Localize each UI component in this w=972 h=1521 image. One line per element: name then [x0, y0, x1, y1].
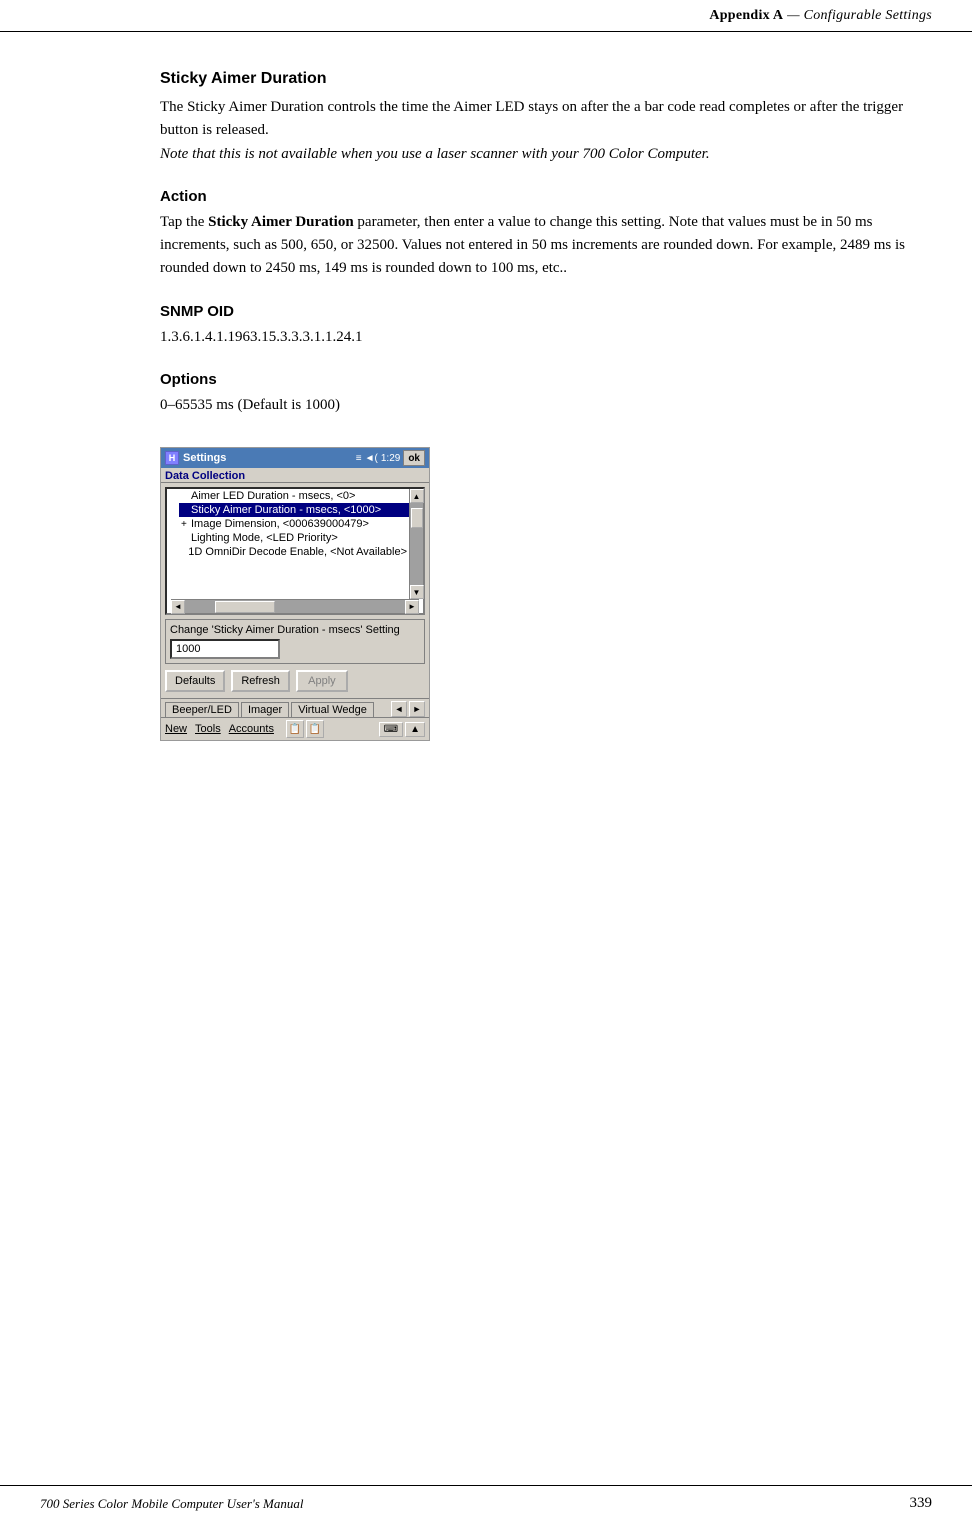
bottom-tabs: Beeper/LED Imager Virtual Wedge ◄ ►: [161, 698, 429, 717]
menu-tools[interactable]: Tools: [195, 723, 221, 735]
section3-title: SNMP OID: [160, 303, 932, 320]
section2-title: Action: [160, 188, 932, 205]
h-scrollbar: ◄ ►: [171, 599, 419, 613]
refresh-button[interactable]: Refresh: [231, 670, 290, 692]
tree-area: Aimer LED Duration - msecs, <0> Sticky A…: [165, 487, 425, 615]
menu-icon-1[interactable]: 📋: [286, 720, 304, 738]
appendix-label: Appendix A: [709, 8, 783, 23]
titlebar-sound-icon: ◄(: [365, 453, 378, 464]
tree-item-aimer-led[interactable]: Aimer LED Duration - msecs, <0>: [179, 489, 409, 503]
header-title: Configurable Settings: [804, 8, 932, 23]
titlebar-right: ≡ ◄( 1:29 ok: [356, 450, 425, 466]
scroll-up-menu-btn[interactable]: ▲: [405, 722, 425, 737]
header-text: Appendix A — Configurable Settings: [709, 8, 932, 24]
titlebar-title: Settings: [183, 452, 226, 464]
tree-item-image-dim[interactable]: + Image Dimension, <000639000479>: [179, 517, 409, 531]
h-scroll-thumb[interactable]: [215, 601, 275, 613]
buttons-row: Defaults Refresh Apply: [165, 670, 425, 692]
scroll-up-btn[interactable]: ▲: [410, 489, 424, 503]
menu-icon-group: 📋 📋: [286, 720, 324, 738]
menu-icon-2[interactable]: 📋: [306, 720, 324, 738]
tree-expander-3: +: [181, 519, 191, 530]
section4-title: Options: [160, 371, 932, 388]
tree-item-label-5: 1D OmniDir Decode Enable, <Not Available…: [188, 546, 407, 558]
titlebar-signal-icon: ≡: [356, 453, 362, 464]
tab-nav-buttons: ◄ ►: [391, 701, 425, 717]
section-tabbar: Data Collection: [161, 468, 429, 483]
tab-imager[interactable]: Imager: [241, 702, 289, 717]
section1-body1: The Sticky Aimer Duration controls the t…: [160, 99, 903, 138]
tree-item-label-2: Sticky Aimer Duration - msecs, <1000>: [191, 504, 381, 516]
titlebar-icon-label: H: [169, 453, 176, 463]
titlebar-left: H Settings: [165, 451, 226, 465]
apply-button[interactable]: Apply: [296, 670, 348, 692]
tab-nav-prev[interactable]: ◄: [391, 701, 407, 717]
tree-item-label-3: Image Dimension, <000639000479>: [191, 518, 369, 530]
scroll-down-btn[interactable]: ▼: [410, 585, 424, 599]
section2-body: Tap the Sticky Aimer Duration parameter,…: [160, 211, 932, 281]
menu-new[interactable]: New: [165, 723, 187, 735]
tab-virtual-wedge[interactable]: Virtual Wedge: [291, 702, 374, 717]
tab-virtual-wedge-label: Virtual Wedge: [298, 704, 367, 716]
page-footer: 700 Series Color Mobile Computer User's …: [0, 1485, 972, 1521]
section3-body: 1.3.6.1.4.1.1963.15.3.3.3.1.1.24.1: [160, 326, 932, 349]
screenshot-container: H Settings ≡ ◄( 1:29 ok Data Collection: [160, 447, 430, 741]
section4-body: 0–65535 ms (Default is 1000): [160, 394, 932, 417]
tree-scrollbar: ▲ ▼: [409, 489, 423, 599]
h-scroll-left-btn[interactable]: ◄: [171, 600, 185, 614]
tree-item-omnidir[interactable]: 1D OmniDir Decode Enable, <Not Available…: [179, 545, 409, 559]
tab-beeper-led-label: Beeper/LED: [172, 704, 232, 716]
bottom-menu: New Tools Accounts 📋 📋 ⌨ ▲: [161, 717, 429, 740]
scrollbar-thumb[interactable]: [411, 508, 423, 528]
tree-content: Aimer LED Duration - msecs, <0> Sticky A…: [167, 489, 409, 599]
main-content: Sticky Aimer Duration The Sticky Aimer D…: [160, 40, 932, 741]
tab-nav-next[interactable]: ►: [409, 701, 425, 717]
settings-input[interactable]: [170, 639, 280, 659]
menu-accounts[interactable]: Accounts: [229, 723, 274, 735]
tree-item-lighting[interactable]: Lighting Mode, <LED Priority>: [179, 531, 409, 545]
tab-beeper-led[interactable]: Beeper/LED: [165, 702, 239, 717]
tree-item-label-1: Aimer LED Duration - msecs, <0>: [191, 490, 355, 502]
data-collection-tab: Data Collection: [165, 470, 245, 482]
footer-right: 339: [910, 1495, 933, 1512]
settings-panel: Change 'Sticky Aimer Duration - msecs' S…: [165, 619, 425, 664]
tree-scroll: Aimer LED Duration - msecs, <0> Sticky A…: [167, 489, 423, 599]
settings-label-text: Change 'Sticky Aimer Duration - msecs' S…: [170, 624, 400, 636]
keyboard-icon-group: ⌨ ▲: [379, 722, 425, 737]
h-scroll-track: [185, 600, 405, 613]
titlebar-time: 1:29: [381, 453, 400, 464]
defaults-button[interactable]: Defaults: [165, 670, 225, 692]
tab-imager-label: Imager: [248, 704, 282, 716]
section1-body2: Note that this is not available when you…: [160, 146, 710, 162]
bold-phrase: Sticky Aimer Duration: [208, 214, 354, 230]
settings-panel-label: Change 'Sticky Aimer Duration - msecs' S…: [170, 624, 420, 636]
ok-button[interactable]: ok: [403, 450, 425, 466]
section1-body: The Sticky Aimer Duration controls the t…: [160, 96, 932, 166]
h-scroll-right-btn[interactable]: ►: [405, 600, 419, 614]
page-header: Appendix A — Configurable Settings: [0, 0, 972, 32]
tree-item-label-4: Lighting Mode, <LED Priority>: [191, 532, 338, 544]
keyboard-button[interactable]: ⌨: [379, 722, 403, 737]
header-separator: —: [787, 8, 800, 23]
scrollbar-track: [410, 503, 423, 585]
section1-title: Sticky Aimer Duration: [160, 70, 932, 88]
settings-app-icon: H: [165, 451, 179, 465]
footer-left: 700 Series Color Mobile Computer User's …: [40, 1496, 304, 1512]
screenshot-titlebar: H Settings ≡ ◄( 1:29 ok: [161, 448, 429, 468]
tree-item-sticky-aimer[interactable]: Sticky Aimer Duration - msecs, <1000>: [179, 503, 409, 517]
